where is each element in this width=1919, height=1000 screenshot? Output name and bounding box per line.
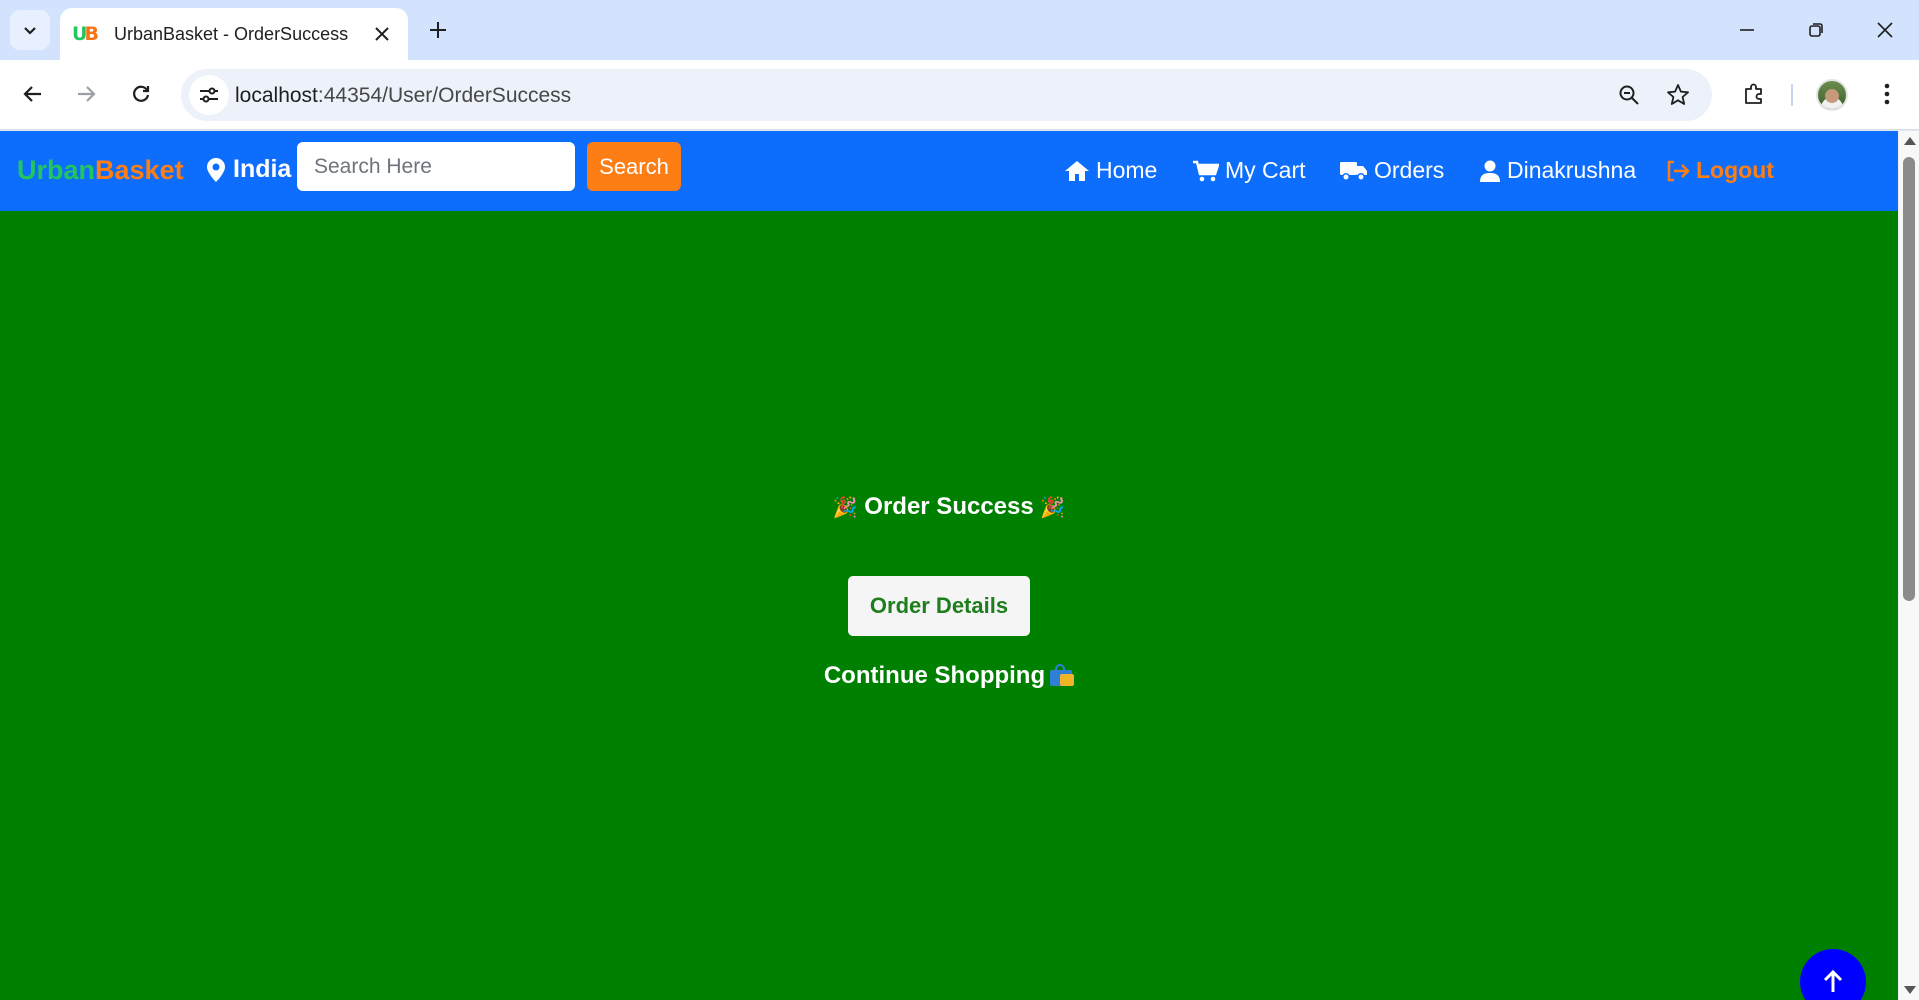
restore-icon <box>1809 23 1823 37</box>
site-info-icon <box>200 87 218 103</box>
address-bar[interactable]: localhost:44354/User/OrderSuccess <box>181 69 1712 121</box>
browser-tab-strip: UB UrbanBasket - OrderSuccess <box>0 0 1919 60</box>
tab-search-icon <box>24 27 36 35</box>
minimize-icon <box>1740 29 1754 31</box>
site-info-button[interactable] <box>189 75 229 115</box>
arrow-up-icon <box>1823 970 1843 992</box>
nav-cart-label: My Cart <box>1225 157 1306 183</box>
scroll-up-arrow-icon[interactable] <box>1904 137 1916 145</box>
url-path: :44354/User/OrderSuccess <box>317 84 572 107</box>
close-window-button[interactable] <box>1862 10 1908 50</box>
nav-home-link[interactable]: Home <box>1064 157 1157 184</box>
page-scrollbar[interactable] <box>1898 131 1919 1000</box>
tab-search-button[interactable] <box>10 10 50 50</box>
menu-icon <box>1884 83 1890 105</box>
nav-logout-label: Logout <box>1696 157 1774 183</box>
nav-logout-link[interactable]: Logout <box>1666 157 1774 184</box>
bookmark-button[interactable] <box>1660 77 1696 113</box>
shopping-bags-icon <box>1048 664 1075 686</box>
url-text[interactable]: localhost:44354/User/OrderSuccess <box>235 84 571 108</box>
location-pin-icon <box>207 157 225 182</box>
reload-icon <box>133 85 150 102</box>
search-input[interactable] <box>297 142 575 191</box>
nav-home-label: Home <box>1096 157 1158 183</box>
avatar-face-icon <box>1825 89 1839 103</box>
nav-user-link[interactable]: Dinakrushna <box>1479 157 1636 184</box>
nav-user-label: Dinakrushna <box>1507 157 1637 183</box>
zoom-icon <box>1619 85 1639 105</box>
forward-arrow-icon <box>78 86 96 102</box>
nav-orders-link[interactable]: Orders <box>1340 157 1444 184</box>
location-label: India <box>233 155 292 183</box>
site-navbar: UrbanBasket India Search Home My Cart Or… <box>0 131 1898 211</box>
search-button[interactable]: Search <box>587 142 681 191</box>
continue-shopping-link[interactable]: Continue Shopping <box>0 662 1898 690</box>
reload-button[interactable] <box>121 74 161 114</box>
logout-icon <box>1667 160 1690 181</box>
url-host: localhost <box>235 84 318 107</box>
scroll-thumb[interactable] <box>1903 157 1915 601</box>
party-popper-icon: 🎉 <box>832 495 858 519</box>
nav-orders-label: Orders <box>1374 157 1445 183</box>
browser-menu-button[interactable] <box>1867 74 1907 114</box>
close-icon <box>1877 22 1893 38</box>
star-icon <box>1667 84 1689 105</box>
back-button[interactable] <box>13 74 53 114</box>
order-success-content: 🎉 Order Success 🎉 Order Details Continue… <box>0 211 1898 1000</box>
active-tab[interactable]: UB UrbanBasket - OrderSuccess <box>60 8 408 60</box>
tab-title: UrbanBasket - OrderSuccess <box>114 23 349 44</box>
forward-button[interactable] <box>66 74 106 114</box>
home-icon <box>1065 160 1089 181</box>
scroll-down-arrow-icon[interactable] <box>1904 986 1916 994</box>
brand-part-basket: Basket <box>95 155 184 185</box>
success-heading-text: Order Success <box>864 493 1034 520</box>
browser-toolbar: localhost:44354/User/OrderSuccess <box>0 60 1919 130</box>
tab-close-button[interactable] <box>368 20 396 48</box>
cart-icon <box>1193 160 1219 181</box>
zoom-button[interactable] <box>1611 77 1647 113</box>
back-arrow-icon <box>23 86 41 102</box>
toolbar-divider <box>1791 84 1793 106</box>
truck-icon <box>1340 161 1367 181</box>
location-selector[interactable]: India <box>207 155 291 184</box>
continue-shopping-text: Continue Shopping <box>823 662 1046 689</box>
scroll-to-top-button[interactable] <box>1800 949 1866 1000</box>
user-icon <box>1480 160 1500 182</box>
nav-cart-link[interactable]: My Cart <box>1193 157 1306 184</box>
party-popper-icon: 🎉 <box>1040 495 1066 519</box>
minimize-button[interactable] <box>1724 10 1770 50</box>
restore-button[interactable] <box>1793 10 1839 50</box>
order-details-button[interactable]: Order Details <box>848 576 1030 636</box>
brand-logo[interactable]: UrbanBasket <box>17 155 184 186</box>
new-tab-button[interactable] <box>422 14 454 46</box>
extensions-icon <box>1745 83 1762 104</box>
plus-icon <box>430 22 446 38</box>
close-icon <box>375 27 389 41</box>
success-heading: 🎉 Order Success 🎉 <box>0 493 1898 521</box>
profile-avatar[interactable] <box>1816 79 1848 111</box>
brand-part-urban: Urban <box>17 155 96 185</box>
extensions-button[interactable] <box>1734 74 1774 114</box>
page-viewport: UrbanBasket India Search Home My Cart Or… <box>0 131 1898 1000</box>
tab-favicon-icon: UB <box>72 23 99 45</box>
